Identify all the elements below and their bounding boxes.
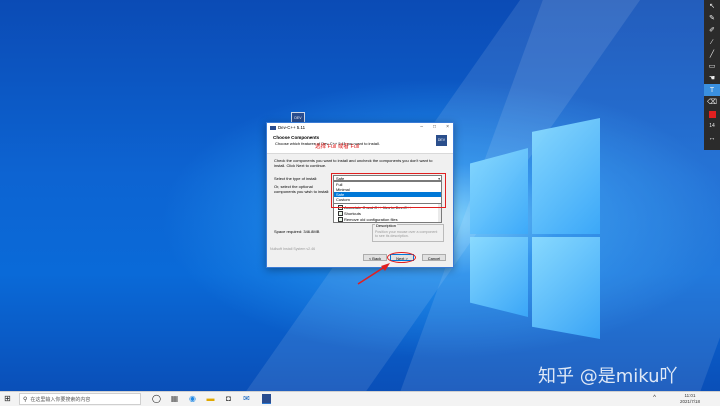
tree-item[interactable]: Shortcuts [338,211,361,216]
dialog-header: Choose Components Choose which features … [267,132,453,154]
tree-item-label: Remove old configuration files [344,217,398,222]
components-label: Or, select the optional components you w… [274,184,330,194]
tree-item-label: Shortcuts [344,211,361,216]
description-group: Description Position your mouse over a c… [372,223,444,242]
description-title: Description [375,223,398,228]
devcpp-logo: DEV [436,135,447,146]
marker-icon[interactable]: ✐ [704,24,720,36]
rect-icon[interactable]: ▭ [704,60,720,72]
annotation-circle [387,252,416,263]
taskbar: ⊞ ⚲ 在这里输入你要搜索的内容 ◯ ▦ ◉ ▬ ◘ ✉ ^ 11:01 202… [0,391,720,406]
close-icon[interactable]: × [446,124,449,130]
cancel-button[interactable]: Cancel [422,254,446,261]
search-placeholder: 在这里输入你要搜索的内容 [30,396,91,403]
color-swatch [708,110,716,118]
annotation-label: 选择 Full 或者 Full [315,144,360,150]
checkbox[interactable] [338,211,343,216]
eraser-icon[interactable]: ⌫ [704,96,720,108]
installer-dialog: Dev-C++ 5.11 – □ × Choose Components Cho… [266,122,454,268]
file-explorer-icon[interactable]: ▬ [206,394,215,403]
nsis-label: Nullsoft Install System v2.46 [270,247,316,251]
checkbox[interactable] [338,217,343,222]
install-type-label: Select the type of install: [274,176,318,181]
windows-logo-pane [532,118,600,234]
task-view-icon[interactable]: ◯ [152,394,161,403]
devcpp-taskbar-icon[interactable] [262,394,271,404]
watermark: 知乎 @是miku吖 [538,366,678,387]
store-icon[interactable]: ◘ [224,394,233,403]
devcpp-app-icon [270,125,276,130]
taskbar-search[interactable]: ⚲ 在这里输入你要搜索的内容 [19,393,141,405]
maximize-icon[interactable]: □ [433,124,436,130]
space-required: Space required: 346.8MB [274,229,320,234]
color-icon[interactable] [704,108,720,120]
intro-text: Check the components you want to install… [274,158,433,168]
edge-icon[interactable]: ◉ [188,394,197,403]
pen-icon[interactable]: ✎ [704,12,720,24]
size-value: 14 [709,123,715,129]
annotation-highlight-box [331,173,446,208]
annotation-toolbar: ↖ ✎ ✐ ∕ ╱ ▭ ☚ T ⌫ 14 ↔ [704,0,720,150]
search-icon: ⚲ [23,396,28,403]
back-button[interactable]: < Back [363,254,387,261]
tray-chevron-icon[interactable]: ^ [653,395,656,401]
cursor-icon[interactable]: ↖ [704,0,720,12]
windows-start-icon[interactable]: ⊞ [4,395,11,403]
windows-logo-pane [532,237,600,339]
header-title: Choose Components [273,135,320,140]
description-text: Position your mouse over a component to … [375,230,438,238]
dialog-title: Dev-C++ 5.11 [278,125,306,130]
pointer-icon[interactable]: ☚ [704,72,720,84]
minimize-icon[interactable]: – [420,124,423,130]
line-icon[interactable]: ╱ [704,48,720,60]
text-icon[interactable]: T [704,84,720,96]
dialog-titlebar[interactable]: Dev-C++ 5.11 – □ × [267,123,453,132]
tree-item[interactable]: Remove old configuration files [338,217,398,222]
brush-icon[interactable]: ∕ [704,36,720,48]
clock-date: 2021/7/18 [679,398,700,404]
mail-icon[interactable]: ✉ [242,394,251,403]
taskbar-clock[interactable]: 11:01 2021/7/18 [680,393,700,404]
size-icon[interactable]: 14 [704,120,720,132]
widgets-icon[interactable]: ▦ [170,394,179,403]
undo-icon[interactable]: ↔ [704,132,720,144]
